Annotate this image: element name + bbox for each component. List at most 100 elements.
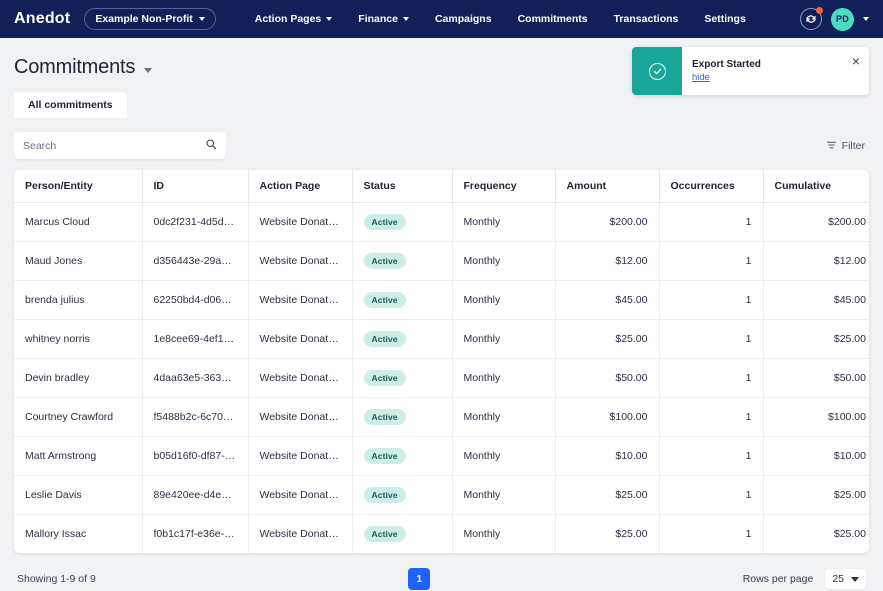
cell-amount: $10.00 [555, 436, 660, 476]
nav-item-action-pages[interactable]: Action Pages [242, 7, 346, 31]
commitments-table: Person/Entity ID Action Page Status Freq… [14, 170, 869, 553]
rows-per-page-select[interactable]: 25 [825, 569, 866, 589]
anedot-logo[interactable]: Anedot [14, 10, 70, 28]
cell-id: f5488b2c-6c70-4… [142, 397, 249, 437]
column-header-id[interactable]: ID [142, 170, 249, 203]
org-selector[interactable]: Example Non-Profit [84, 8, 216, 30]
nav-item-campaigns[interactable]: Campaigns [422, 7, 505, 31]
toast-title: Export Started [692, 59, 761, 70]
nav-item-label: Settings [704, 13, 746, 25]
commitments-table-card: Person/Entity ID Action Page Status Freq… [14, 170, 869, 553]
nav-item-commitments[interactable]: Commitments [505, 7, 601, 31]
table-row[interactable]: Courtney Crawford f5488b2c-6c70-4… Website… [14, 397, 869, 437]
avatar[interactable]: PD [831, 7, 854, 31]
cell-person: Devin bradley [14, 358, 143, 398]
cell-action-page: Website Donation … [248, 202, 353, 242]
column-header-cumulative[interactable]: Cumulative [763, 170, 869, 203]
cell-id: 1e8cee69-4ef1-4… [142, 319, 249, 359]
table-row[interactable]: Mallory Issac f0b1c17f-e36e-4… Website Don… [14, 514, 869, 553]
nav-item-transactions[interactable]: Transactions [601, 7, 692, 31]
cell-id: 4daa63e5-363e-… [142, 358, 249, 398]
close-icon[interactable]: × [852, 47, 869, 95]
page-title-chevron-down-icon[interactable] [144, 67, 153, 73]
table-row[interactable]: Devin bradley 4daa63e5-363e-… Website Dona… [14, 358, 869, 398]
table-row[interactable]: Marcus Cloud 0dc2f231-4d5d-… Website Donat… [14, 202, 869, 242]
cell-frequency: Monthly [452, 241, 556, 281]
nav-item-label: Transactions [613, 13, 679, 25]
tab-all-commitments[interactable]: All commitments [14, 92, 127, 118]
chevron-down-icon[interactable] [863, 17, 869, 21]
sync-button[interactable] [800, 7, 823, 30]
cell-frequency: Monthly [452, 319, 556, 359]
rows-per-page: Rows per page 25 [743, 569, 866, 589]
cell-person: Maud Jones [14, 241, 143, 281]
page-content: Export Started hide × Commitments All co… [0, 38, 883, 590]
table-row[interactable]: Maud Jones d356443e-29a3-… Website Donatio… [14, 241, 869, 281]
toast-hide-link[interactable]: hide [692, 72, 710, 83]
status-badge: Active [363, 292, 406, 308]
tab-label: All commitments [28, 99, 113, 111]
chevron-down-icon [198, 17, 205, 21]
status-badge: Active [363, 214, 406, 230]
cell-id: f0b1c17f-e36e-4… [142, 514, 249, 553]
page-title: Commitments [14, 56, 136, 78]
table-row[interactable]: brenda julius 62250bd4-d060-… Website Dona… [14, 280, 869, 320]
search-input[interactable] [23, 139, 205, 152]
chevron-down-icon [851, 576, 859, 582]
cell-cumulative: $45.00 [763, 280, 869, 320]
table-row[interactable]: Matt Armstrong b05d16f0-df87-4… Website Do… [14, 436, 869, 476]
nav-item-settings[interactable]: Settings [691, 7, 758, 31]
nav-item-label: Campaigns [434, 13, 492, 25]
table-body: Marcus Cloud 0dc2f231-4d5d-… Website Donat… [14, 202, 869, 553]
filter-button[interactable]: Filter [826, 139, 869, 153]
nav-item-label: Commitments [517, 13, 588, 25]
cell-status: Active [352, 358, 453, 398]
search-box[interactable] [14, 132, 226, 159]
notification-dot-icon [816, 7, 823, 14]
cell-amount: $25.00 [555, 319, 660, 359]
table-head: Person/Entity ID Action Page Status Freq… [14, 170, 869, 203]
chevron-down-icon [326, 17, 333, 21]
top-navbar: Anedot Example Non-Profit Action Pages F… [0, 0, 883, 38]
column-header-status[interactable]: Status [352, 170, 453, 203]
cell-status: Active [352, 202, 453, 242]
cell-id: 0dc2f231-4d5d-… [142, 202, 249, 242]
status-badge: Active [363, 253, 406, 269]
chevron-down-icon [402, 17, 409, 21]
cell-action-page: Website Donation … [248, 319, 353, 359]
cell-amount: $45.00 [555, 280, 660, 320]
column-header-occurrences[interactable]: Occurrences [659, 170, 764, 203]
cell-person: Leslie Davis [14, 475, 143, 515]
column-header-action-page[interactable]: Action Page [248, 170, 353, 203]
cell-action-page: Website Donation … [248, 280, 353, 320]
cell-amount: $50.00 [555, 358, 660, 398]
page-button-1[interactable]: 1 [408, 568, 431, 590]
cell-cumulative: $50.00 [763, 358, 869, 398]
nav-item-finance[interactable]: Finance [345, 7, 422, 31]
nav-item-label: Action Pages [254, 13, 322, 25]
table-row[interactable]: Leslie Davis 89e420ee-d4e6-… Website Donat… [14, 475, 869, 515]
column-header-amount[interactable]: Amount [555, 170, 660, 203]
tab-bar: All commitments [14, 92, 869, 118]
navbar-right-actions: PD [800, 7, 871, 31]
cell-occurrences: 1 [659, 436, 764, 476]
cell-status: Active [352, 436, 453, 476]
cell-amount: $200.00 [555, 202, 660, 242]
cell-cumulative: $25.00 [763, 319, 869, 359]
status-badge: Active [363, 409, 406, 425]
export-toast: Export Started hide × [632, 47, 869, 95]
cell-person: brenda julius [14, 280, 143, 320]
cell-action-page: Website Donation … [248, 397, 353, 437]
cell-cumulative: $10.00 [763, 436, 869, 476]
cell-person: Marcus Cloud [14, 202, 143, 242]
cell-action-page: Website Donation … [248, 436, 353, 476]
cell-status: Active [352, 280, 453, 320]
column-header-person[interactable]: Person/Entity [14, 170, 143, 203]
table-row[interactable]: whitney norris 1e8cee69-4ef1-4… Website Do… [14, 319, 869, 359]
table-header-row: Person/Entity ID Action Page Status Freq… [14, 170, 869, 203]
column-header-frequency[interactable]: Frequency [452, 170, 556, 203]
cell-status: Active [352, 241, 453, 281]
cell-person: Courtney Crawford [14, 397, 143, 437]
cell-frequency: Monthly [452, 436, 556, 476]
cell-frequency: Monthly [452, 280, 556, 320]
